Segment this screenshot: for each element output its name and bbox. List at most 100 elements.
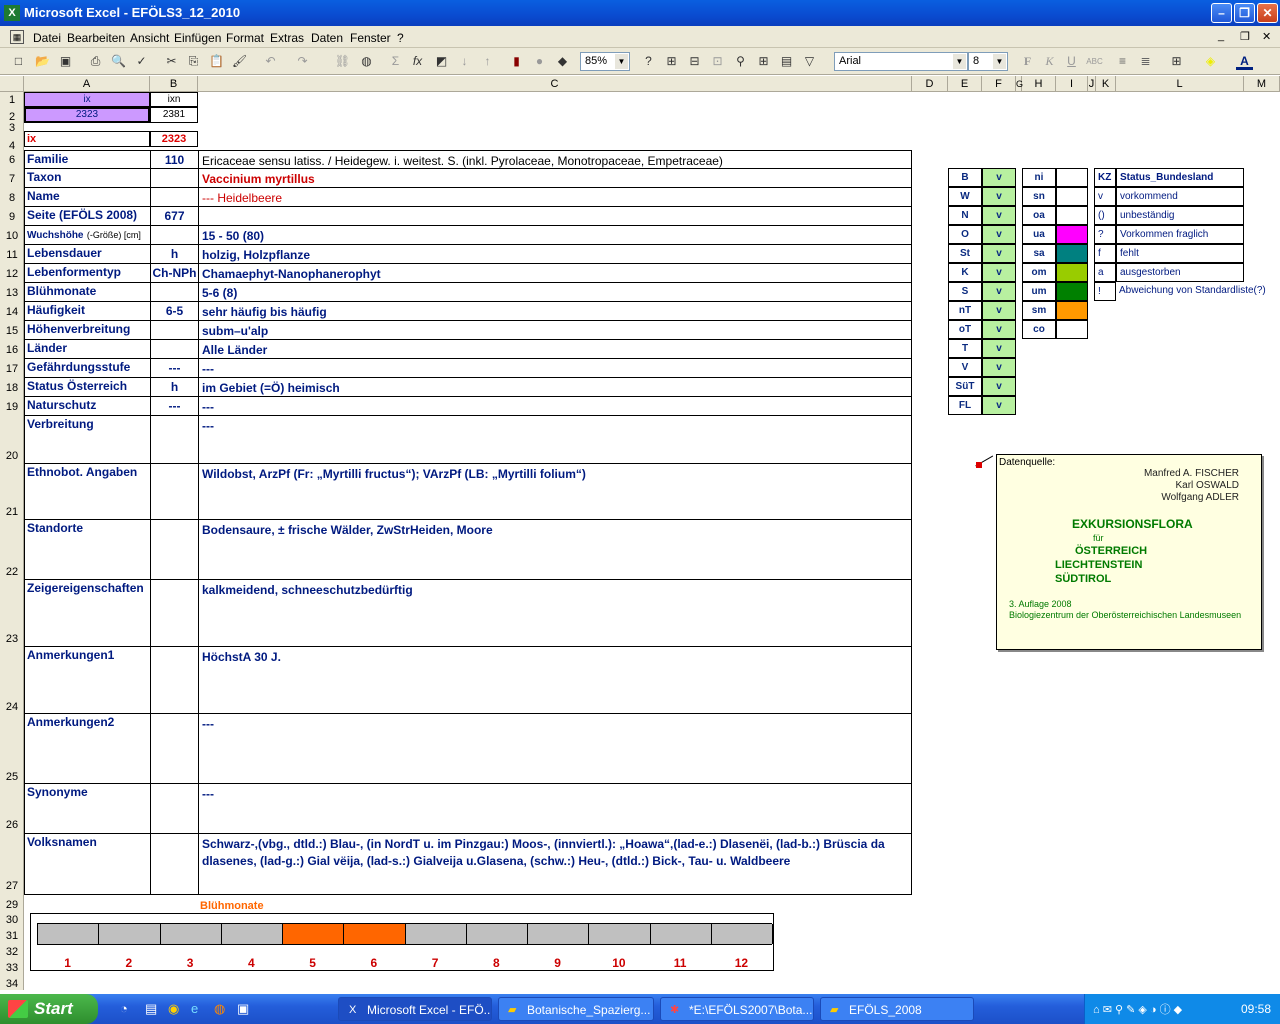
row-label-cell[interactable]: Lebenformentyp — [25, 264, 151, 282]
legend-header-kz[interactable]: KZ — [1094, 168, 1116, 187]
row-label-cell[interactable]: Häufigkeit — [25, 302, 151, 320]
row-value-cell[interactable]: kalkmeidend, schneeschutzbedürftig — [200, 580, 912, 646]
row-label-cell[interactable]: Synonyme — [25, 784, 151, 833]
region-status-value[interactable]: v — [982, 244, 1016, 263]
font-color-icon[interactable]: A — [1236, 53, 1253, 70]
zone-color-swatch[interactable] — [1056, 187, 1088, 206]
row-header[interactable]: 14 — [0, 306, 24, 318]
menu-bearbeiten[interactable]: Bearbeiten — [67, 31, 125, 45]
align-left-icon[interactable]: ≡ — [1114, 53, 1131, 70]
quicklaunch-icon-3[interactable]: ◉ — [168, 1001, 179, 1017]
zone-color-swatch[interactable] — [1056, 225, 1088, 244]
menu-einfuegen[interactable]: Einfügen — [174, 31, 221, 45]
hyperlink-icon[interactable]: ⛓ — [334, 53, 351, 70]
row-value-cell[interactable]: Alle Länder — [200, 340, 912, 358]
save-icon[interactable]: ▣ — [57, 53, 74, 70]
column-header-k[interactable]: K — [1096, 76, 1116, 92]
row-header[interactable]: 7 — [0, 173, 24, 185]
task-folder-efoels[interactable]: EFÖLS_2008 — [820, 997, 974, 1021]
toolbar-icon-2[interactable]: ⊟ — [686, 53, 703, 70]
quicklaunch-icon-2[interactable]: ▤ — [145, 1001, 157, 1017]
zone-code[interactable]: sn — [1022, 187, 1056, 206]
underline-icon[interactable]: U — [1063, 53, 1080, 70]
row-label-cell[interactable]: Lebensdauer — [25, 245, 151, 263]
format-painter-icon[interactable]: 🖌 — [231, 53, 248, 70]
grid-icon[interactable]: ⊞ — [755, 53, 772, 70]
autosum-icon[interactable]: Σ — [387, 53, 404, 70]
row-label-cell[interactable]: Taxon — [25, 169, 151, 187]
region-code[interactable]: oT — [948, 320, 982, 339]
row-code-cell[interactable] — [151, 188, 199, 206]
row-header[interactable]: 27 — [0, 880, 24, 892]
legend-header-status[interactable]: Status_Bundesland — [1116, 168, 1244, 187]
row-value-cell[interactable]: --- — [200, 714, 912, 783]
legend-kz[interactable]: ? — [1094, 225, 1116, 244]
font-name-combo[interactable]: Arial ▼ — [834, 52, 968, 71]
row-value-cell[interactable]: --- — [200, 397, 912, 415]
zone-code[interactable]: oa — [1022, 206, 1056, 225]
region-code[interactable]: SüT — [948, 377, 982, 396]
row-header[interactable]: 17 — [0, 363, 24, 375]
menu-format[interactable]: Format — [226, 31, 264, 45]
bar-chart-icon[interactable]: ▮ — [508, 53, 525, 70]
cell-b2[interactable]: 2381 — [150, 107, 198, 123]
row-code-cell[interactable] — [151, 416, 199, 463]
row-label-cell[interactable]: Volksnamen — [25, 834, 151, 894]
chart-wizard-icon[interactable]: ◩ — [433, 53, 450, 70]
cell-a4[interactable]: ix — [24, 131, 150, 147]
quicklaunch-icon-4[interactable]: ▣ — [237, 1001, 249, 1017]
copy-icon[interactable]: ⎘ — [185, 53, 202, 70]
zone-code[interactable]: um — [1022, 282, 1056, 301]
legend-kz[interactable]: v — [1094, 187, 1116, 206]
function-icon[interactable]: fx — [409, 53, 426, 70]
row-header[interactable]: 25 — [0, 771, 24, 783]
toolbar-icon-1[interactable]: ⊞ — [663, 53, 680, 70]
column-header-a[interactable]: A — [24, 76, 150, 92]
row-label-cell[interactable]: Familie — [25, 151, 151, 169]
row-label-cell[interactable]: Status Österreich — [25, 378, 151, 396]
region-code[interactable]: S — [948, 282, 982, 301]
region-status-value[interactable]: v — [982, 358, 1016, 377]
row-label-cell[interactable]: Ethnobot. Angaben — [25, 464, 151, 519]
legend-kz[interactable]: ! — [1094, 282, 1116, 301]
zone-code[interactable]: sm — [1022, 301, 1056, 320]
row-label-cell[interactable]: Seite (EFÖLS 2008) — [25, 207, 151, 225]
row-header[interactable]: 11 — [0, 249, 24, 261]
row-code-cell[interactable] — [151, 340, 199, 358]
row-code-cell[interactable]: h — [151, 378, 199, 396]
zone-color-swatch[interactable] — [1056, 206, 1088, 225]
print-preview-icon[interactable]: 🔍 — [110, 53, 127, 70]
toolbar-icon-3[interactable]: ⊡ — [709, 53, 726, 70]
row-header[interactable]: 33 — [0, 962, 24, 974]
map-icon[interactable]: ◆ — [554, 53, 571, 70]
column-header-m[interactable]: M — [1244, 76, 1280, 92]
row-header[interactable]: 8 — [0, 192, 24, 204]
region-status-value[interactable]: v — [982, 206, 1016, 225]
row-code-cell[interactable]: 6-5 — [151, 302, 199, 320]
row-label-cell[interactable]: Naturschutz — [25, 397, 151, 415]
row-code-cell[interactable] — [151, 834, 199, 894]
row-header[interactable]: 34 — [0, 978, 24, 990]
row-code-cell[interactable] — [151, 464, 199, 519]
legend-text[interactable]: Abweichung von Standardliste(?) — [1116, 282, 1276, 301]
row-code-cell[interactable]: --- — [151, 359, 199, 377]
zone-color-swatch[interactable] — [1056, 301, 1088, 320]
font-size-combo[interactable]: 8 ▼ — [968, 52, 1008, 71]
row-value-cell[interactable]: sehr häufig bis häufig — [200, 302, 912, 320]
region-code[interactable]: V — [948, 358, 982, 377]
row-header[interactable]: 9 — [0, 211, 24, 223]
doc-close-button[interactable]: ✕ — [1262, 30, 1271, 43]
menu-ansicht[interactable]: Ansicht — [130, 31, 169, 45]
close-button[interactable]: ✕ — [1257, 3, 1278, 23]
region-code[interactable]: T — [948, 339, 982, 358]
cut-icon[interactable]: ✂ — [163, 53, 180, 70]
row-value-cell[interactable]: 15 - 50 (80) — [200, 226, 912, 244]
clock[interactable]: 09:58 — [1241, 1002, 1271, 1016]
sort-desc-icon[interactable]: ↑ — [479, 53, 496, 70]
bold-icon[interactable]: F — [1019, 53, 1036, 70]
row-code-cell[interactable]: 677 — [151, 207, 199, 225]
row-label-cell[interactable]: Länder — [25, 340, 151, 358]
row-value-cell[interactable]: HöchstA 30 J. — [200, 647, 912, 713]
row-code-cell[interactable] — [151, 647, 199, 713]
italic-icon[interactable]: K — [1041, 53, 1058, 70]
